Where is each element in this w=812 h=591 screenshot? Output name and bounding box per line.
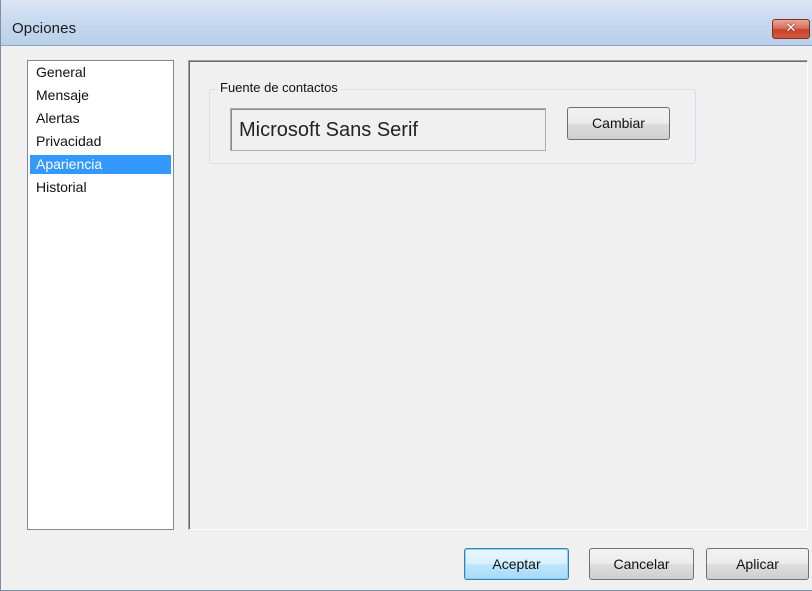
accept-button[interactable]: Aceptar: [464, 548, 569, 580]
change-font-button[interactable]: Cambiar: [567, 107, 670, 140]
group-label: Fuente de contactos: [217, 80, 341, 95]
category-list[interactable]: General Mensaje Alertas Privacidad Apari…: [27, 60, 174, 530]
window-title: Opciones: [12, 20, 77, 37]
font-name-field: Microsoft Sans Serif: [230, 108, 546, 151]
nav-item-general[interactable]: General: [30, 63, 171, 82]
close-button[interactable]: ✕: [772, 19, 810, 39]
close-icon: ✕: [785, 21, 797, 36]
cancel-button[interactable]: Cancelar: [589, 548, 694, 580]
nav-item-alertas[interactable]: Alertas: [30, 109, 171, 128]
nav-item-privacidad[interactable]: Privacidad: [30, 132, 171, 151]
nav-item-apariencia[interactable]: Apariencia: [30, 155, 171, 174]
apply-button[interactable]: Aplicar: [706, 548, 809, 580]
title-bar: Opciones ✕: [1, 0, 812, 46]
nav-item-mensaje[interactable]: Mensaje: [30, 86, 171, 105]
nav-item-historial[interactable]: Historial: [30, 178, 171, 197]
options-dialog: Opciones ✕ General Mensaje Alertas Priva…: [0, 0, 812, 591]
